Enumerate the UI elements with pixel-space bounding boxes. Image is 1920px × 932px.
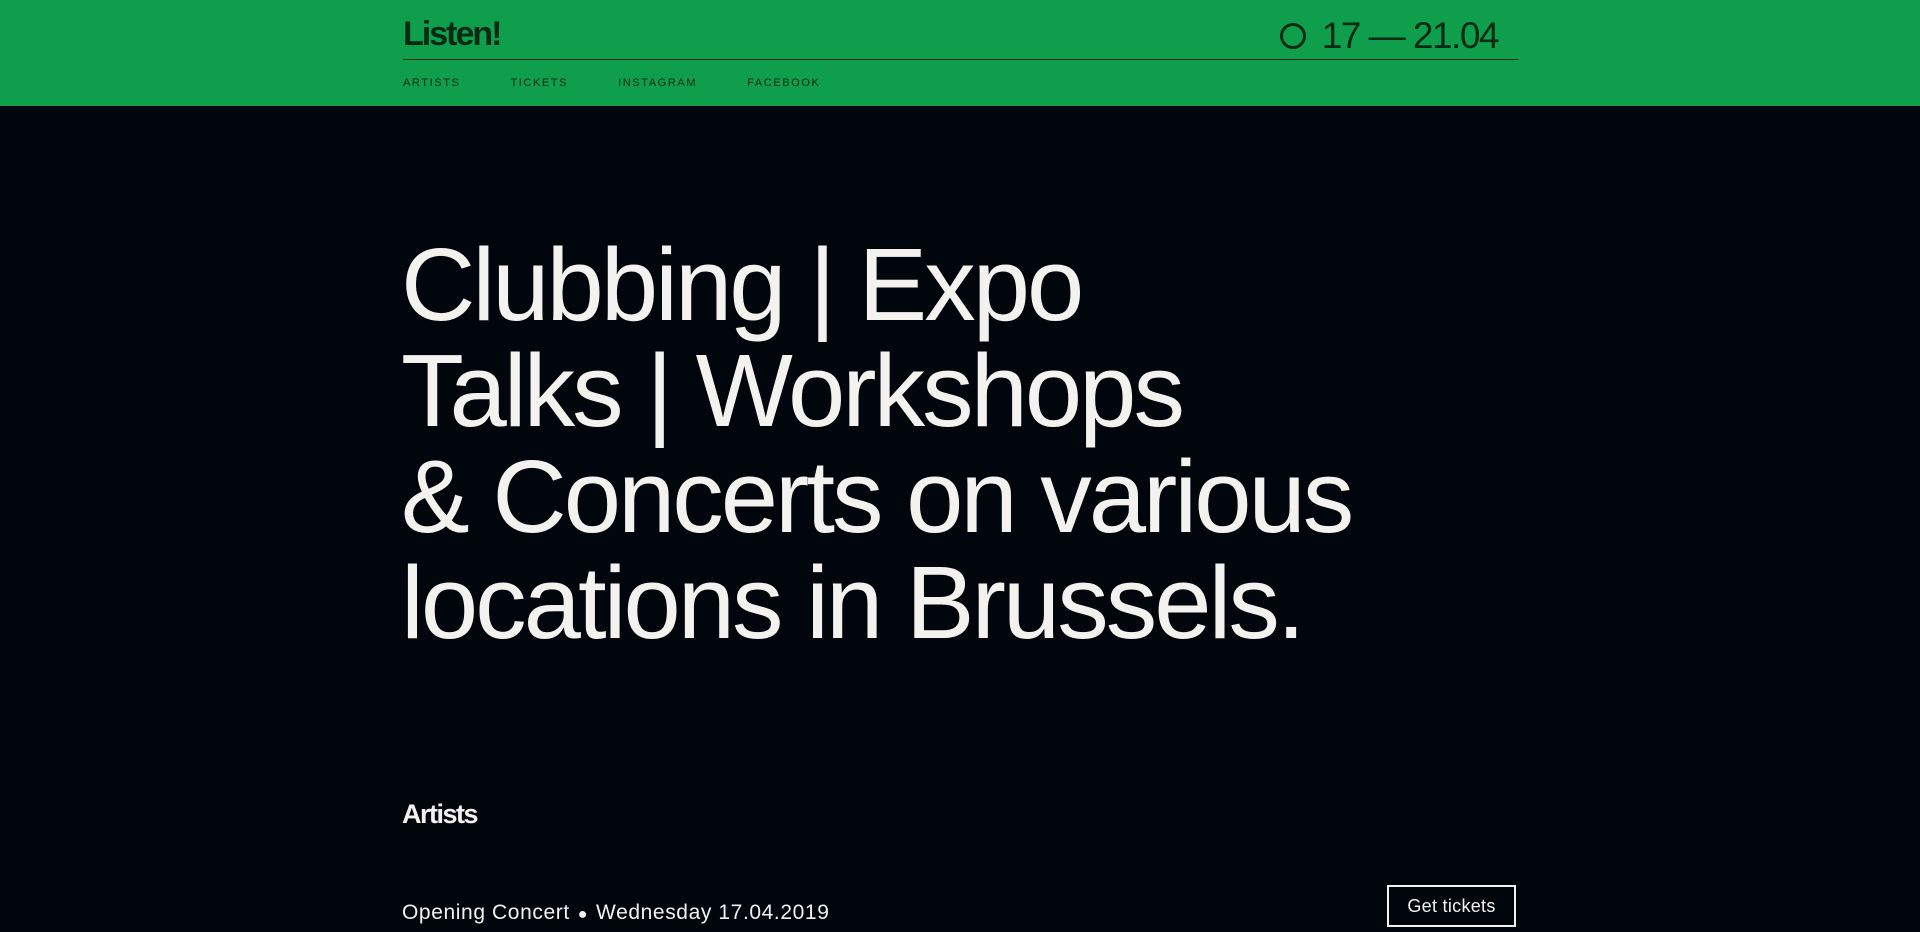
logo[interactable]: Listen! [403, 14, 502, 54]
festival-dates: 17 — 21.04 [1279, 14, 1500, 58]
nav-instagram[interactable]: INSTAGRAM [618, 76, 697, 90]
hero-line: & Concerts on various [401, 439, 1354, 554]
get-tickets-button[interactable]: Get tickets [1387, 885, 1516, 927]
nav-artists[interactable]: ARTISTS [403, 76, 460, 90]
hero-line: Talks | Workshops [401, 333, 1185, 448]
hero-line: locations in Brussels. [401, 545, 1306, 660]
bullet-icon: ● [577, 906, 589, 923]
event-name: Opening Concert [402, 901, 570, 924]
header-inner: Listen! 17 — 21.04 ARTISTS TICKETS INSTA… [403, 0, 1518, 106]
hero-heading: Clubbing | Expo Talks | Workshops & Conc… [401, 232, 1601, 656]
hero-line: Clubbing | Expo [401, 227, 1084, 342]
date-range: 17 — 21.04 [1321, 15, 1500, 56]
header-divider [403, 59, 1518, 60]
circle-icon [1279, 23, 1306, 49]
nav-tickets[interactable]: TICKETS [510, 76, 568, 90]
site-header: Listen! 17 — 21.04 ARTISTS TICKETS INSTA… [0, 0, 1920, 106]
event-date: Wednesday 17.04.2019 [596, 901, 830, 924]
main-nav: ARTISTS TICKETS INSTAGRAM FACEBOOK [403, 76, 870, 90]
artists-section-title: Artists [402, 799, 479, 829]
nav-facebook[interactable]: FACEBOOK [747, 76, 820, 90]
event-row: Opening Concert ● Wednesday 17.04.2019 [402, 899, 830, 929]
